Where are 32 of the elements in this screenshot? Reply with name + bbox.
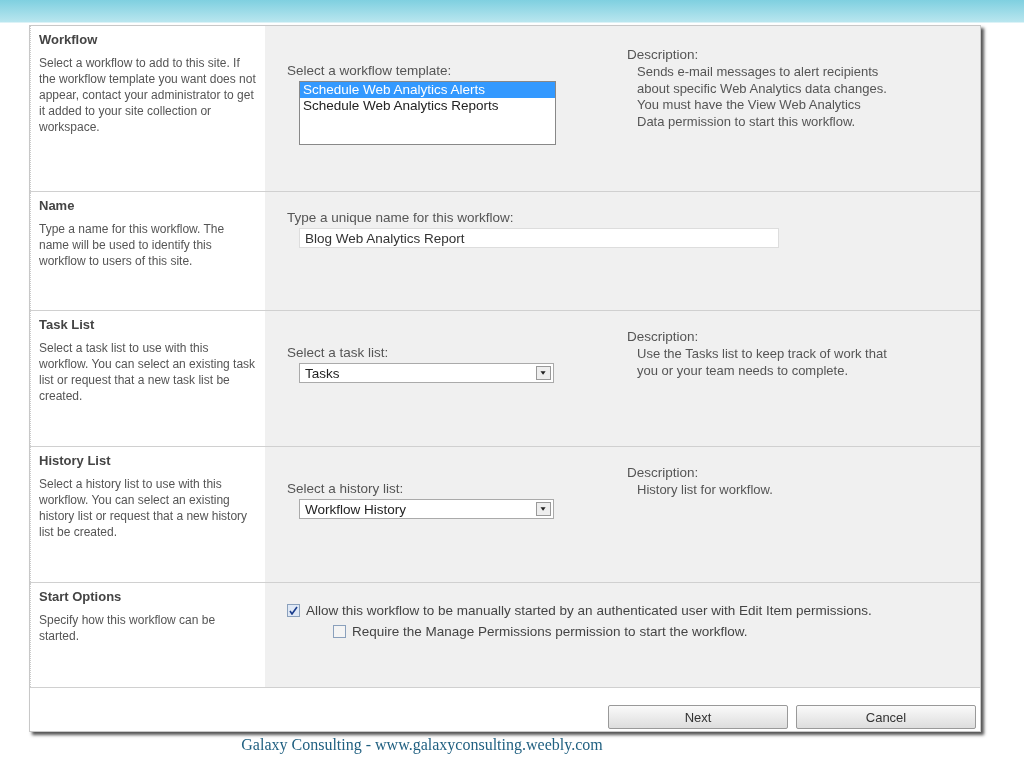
field-label: Select a workflow template:	[287, 63, 453, 78]
field-label: Select a task list:	[287, 345, 390, 360]
section-title: Name	[39, 198, 76, 213]
field-label: Type a unique name for this workflow:	[287, 210, 515, 225]
checkbox-label: Allow this workflow to be manually started by an authenticated user with Edit Item permissions.	[306, 603, 872, 618]
section-title: Task List	[39, 317, 96, 332]
dropdown[interactable]: Tasks	[299, 363, 554, 383]
description-label: Description:	[627, 329, 700, 344]
list-option[interactable]: Schedule Web Analytics Reports	[300, 98, 555, 114]
section-help: Select a history list to use with this workflow. You can select an existing history list or request that a new history list be created.	[39, 476, 249, 540]
template-list[interactable]: Schedule Web Analytics Alerts Schedule Web Analytics Reports	[299, 81, 556, 145]
description-text: History list for workflow.	[636, 482, 774, 499]
section-title: History List	[39, 453, 112, 468]
footer-text: Galaxy Consulting - www.galaxyconsulting.weebly.com	[241, 736, 603, 754]
name-input[interactable]: Blog Web Analytics Report	[299, 228, 779, 248]
field-label: Select a history list:	[287, 481, 405, 496]
description-label: Description:	[627, 47, 700, 62]
description-text: Sends e-mail messages to alert recipients about specific Web Analytics data changes. You must have the View Web Analytics Data permission to start this workflow.	[636, 64, 887, 130]
dropdown[interactable]: Workflow History	[299, 499, 554, 519]
checkbox[interactable]	[287, 604, 300, 617]
checkbox-label: Require the Manage Permissions permission to start the workflow.	[352, 624, 748, 639]
section-title: Workflow	[39, 32, 99, 47]
description-label: Description:	[627, 465, 700, 480]
section-title: Start Options	[39, 589, 123, 604]
section-help: Specify how this workflow can be started.	[39, 612, 217, 644]
checkbox[interactable]	[333, 625, 346, 638]
section-help: Select a workflow to add to this site. If the workflow template you want does not appear, contact your administrator to get it added to your site collection or workspace.	[39, 55, 257, 135]
section-help: Type a name for this workflow. The name will be used to identify this workflow to users of this site.	[39, 221, 226, 269]
description-text: Use the Tasks list to keep track of work that you or your team needs to complete.	[636, 346, 887, 379]
cancel-button[interactable]: Cancel	[796, 705, 976, 729]
next-button[interactable]: Next	[608, 705, 788, 729]
section-help: Select a task list to use with this workflow. You can select an existing task list or request that a new task list be created.	[39, 340, 257, 404]
